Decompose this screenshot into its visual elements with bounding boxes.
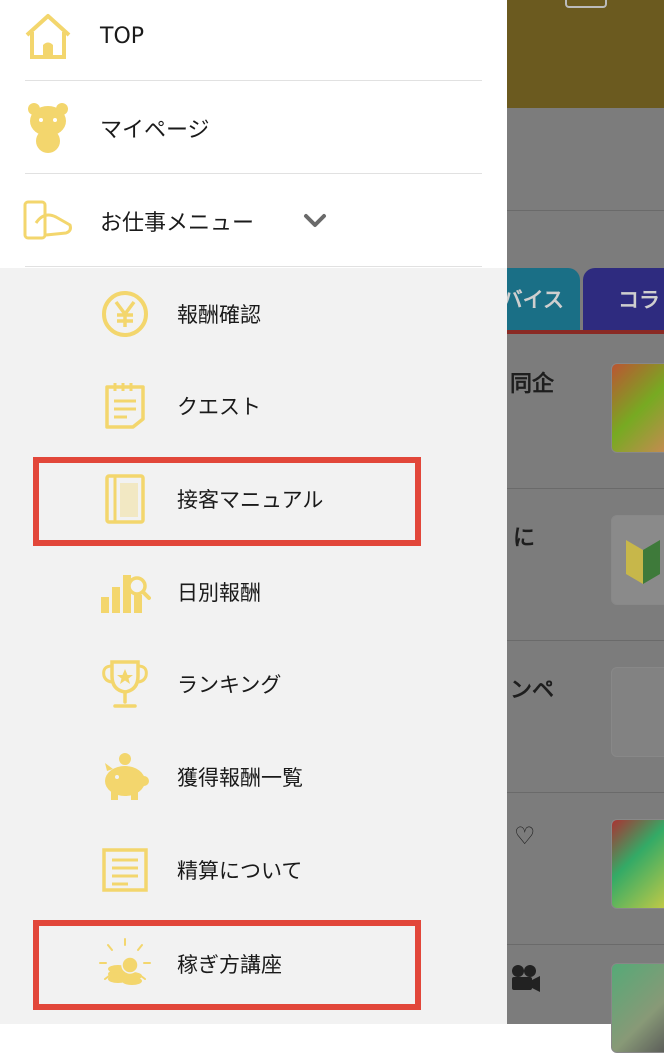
notepad-icon [98, 379, 152, 433]
submenu-item-label: 日別報酬 [177, 581, 261, 605]
background-divider [507, 640, 664, 641]
submenu-item-earning-course[interactable]: 稼ぎ方講座 [0, 918, 507, 1010]
background-header-icon [565, 0, 607, 8]
submenu-item-settlement[interactable]: 精算について [0, 824, 507, 916]
background-article-thumbnail [611, 963, 664, 1053]
menu-item-top[interactable]: TOP [0, 0, 507, 82]
submenu-item-daily-reward[interactable]: 日別報酬 [0, 546, 507, 638]
background-article-title: に [513, 526, 536, 551]
menu-item-label: マイページ [100, 118, 210, 143]
menu-divider [25, 266, 482, 267]
background-tab-advice-label: バイス [501, 288, 564, 312]
document-icon [98, 843, 152, 897]
menu-item-work-menu[interactable]: お仕事メニュー [0, 175, 507, 267]
piggy-bank-icon [98, 750, 152, 804]
trophy-icon [98, 657, 152, 711]
background-divider [507, 210, 664, 211]
background-tab-column-label: コラ [618, 288, 660, 312]
submenu-item-label: 報酬確認 [177, 303, 261, 327]
background-article-title: 同企 [510, 372, 555, 397]
bar-chart-search-icon [98, 565, 152, 619]
primary-menu: TOP マイページ お仕事メニュー [0, 0, 507, 268]
beginner-mark-icon [626, 540, 660, 584]
submenu-item-reward-check[interactable]: 報酬確認 [0, 268, 507, 360]
home-icon [22, 10, 74, 62]
background-divider [507, 792, 664, 793]
yen-coin-icon [98, 287, 152, 341]
submenu-item-label: 精算について [177, 859, 303, 883]
menu-item-mypage[interactable]: マイページ [0, 82, 507, 174]
background-article-thumbnail [611, 667, 664, 757]
background-article-title: ンペ [510, 678, 555, 703]
submenu-item-ranking[interactable]: ランキング [0, 638, 507, 730]
chevron-down-icon[interactable] [300, 206, 330, 236]
submenu-item-label: 獲得報酬一覧 [177, 766, 303, 790]
menu-divider [25, 80, 482, 81]
background-divider [507, 488, 664, 489]
background-article-title: ♡ [514, 822, 536, 850]
hand-phone-icon [22, 195, 74, 247]
bear-mascot-icon [22, 102, 74, 154]
menu-item-label: お仕事メニュー [100, 211, 255, 236]
menu-item-label: TOP [100, 23, 145, 49]
background-tab-column: コラ [583, 268, 664, 330]
menu-divider [25, 173, 482, 174]
submenu-item-label: 接客マニュアル [177, 488, 324, 512]
submenu-item-label: 稼ぎ方講座 [177, 953, 282, 977]
navigation-drawer: TOP マイページ お仕事メニュー 報酬確認 クエスト 接客マニュアル 日別報酬… [0, 0, 507, 1024]
background-article-thumbnail [611, 515, 664, 605]
submenu-item-quest[interactable]: クエスト [0, 360, 507, 452]
background-divider [507, 944, 664, 945]
book-icon [98, 472, 152, 526]
background-article-thumbnail [611, 819, 664, 909]
submenu-item-earned-rewards[interactable]: 獲得報酬一覧 [0, 731, 507, 823]
coin-stack-icon [98, 937, 152, 991]
submenu-item-service-manual[interactable]: 接客マニュアル [0, 453, 507, 545]
submenu-item-label: ランキング [177, 673, 282, 697]
background-article-thumbnail [611, 363, 664, 453]
video-camera-icon [512, 965, 540, 992]
background-tab-underline [507, 330, 664, 334]
submenu-item-label: クエスト [177, 395, 261, 419]
